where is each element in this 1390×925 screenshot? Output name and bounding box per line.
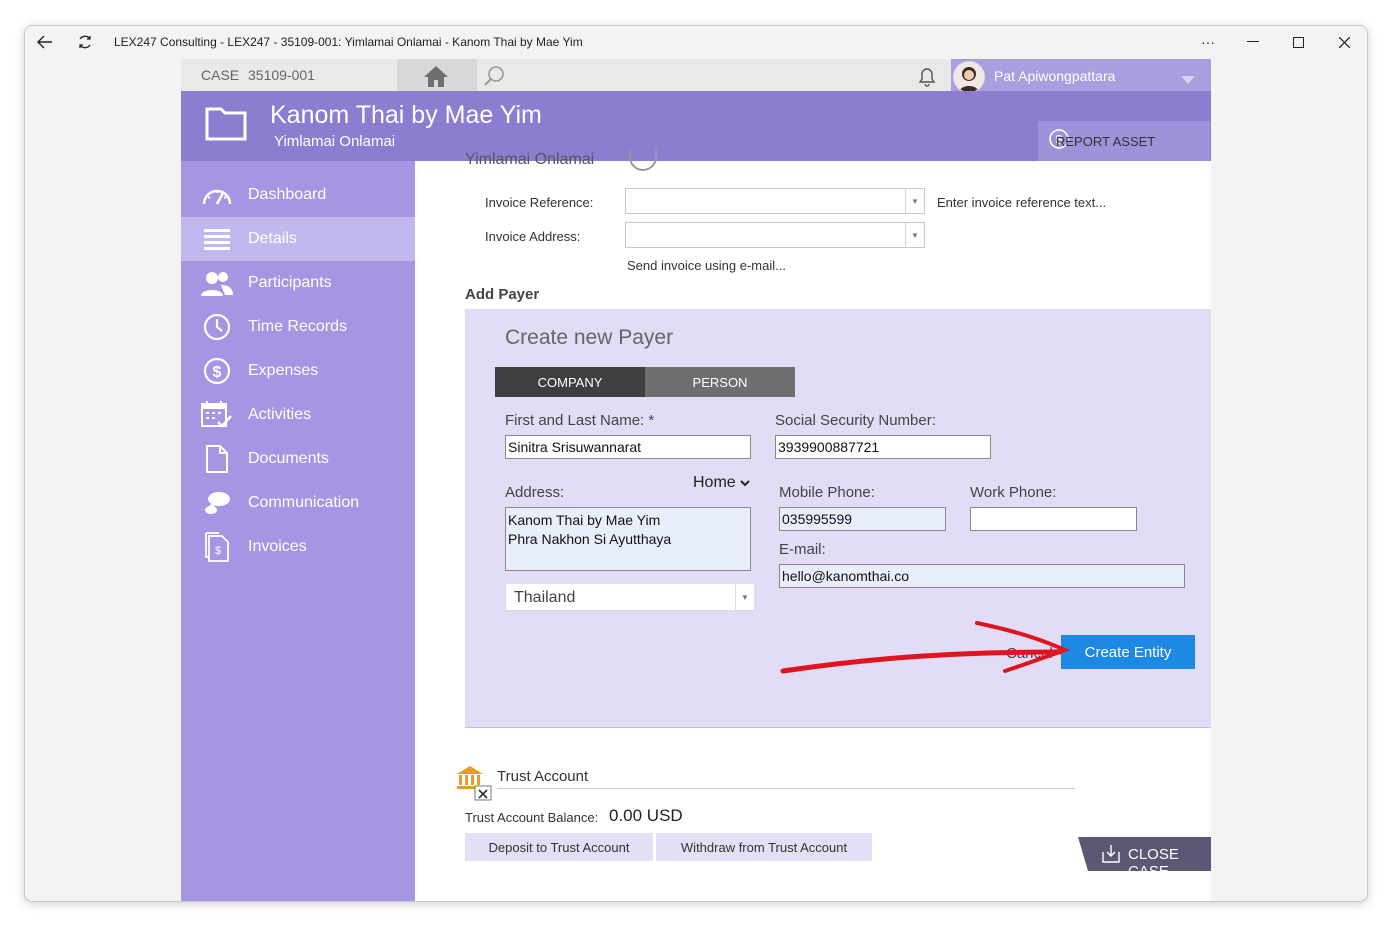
main-content: Yimlamai Onlamai Invoice Reference: ▼ En… (415, 149, 1211, 901)
invoice-address-combo[interactable]: ▼ (625, 222, 925, 248)
sidebar-item-label: Time Records (248, 318, 347, 335)
report-asset-button[interactable]: $ REPORT ASSET (1038, 121, 1210, 161)
sidebar-item-label: Activities (248, 406, 312, 423)
sidebar-item-label: Invoices (248, 538, 307, 555)
title-bar: LEX247 Consulting - LEX247 - 35109-001: … (25, 26, 1367, 58)
case-label: CASE (201, 67, 240, 83)
bell-icon[interactable] (915, 64, 939, 93)
list-icon (200, 224, 234, 254)
home-icon[interactable] (422, 64, 450, 93)
clock-icon (200, 312, 234, 342)
close-window-icon[interactable] (1329, 26, 1359, 58)
report-asset-label: REPORT ASSET (1056, 133, 1156, 149)
dollar-circle-icon: $ (200, 356, 234, 386)
send-invoice-link[interactable]: Send invoice using e-mail... (627, 258, 786, 273)
window-title: LEX247 Consulting - LEX247 - 35109-001: … (114, 35, 583, 49)
svg-text:$: $ (215, 545, 221, 557)
maximize-icon[interactable] (1283, 26, 1313, 58)
sidebar-item-label: Details (248, 230, 297, 247)
invoice-reference-label: Invoice Reference: (485, 195, 594, 210)
document-icon (200, 444, 234, 474)
dropdown-arrow-icon: ▼ (905, 189, 924, 213)
sidebar-item-label: Documents (248, 450, 329, 467)
chevron-down-icon[interactable] (1181, 71, 1195, 89)
page-subtitle: Yimlamai Onlamai (274, 133, 396, 150)
bank-icon (455, 764, 495, 807)
trust-account-title: Trust Account (497, 768, 589, 785)
sidebar-item-activities[interactable]: Activities (181, 393, 415, 437)
divider (497, 788, 1075, 789)
sidebar-item-participants[interactable]: Participants (181, 261, 415, 305)
add-payer-heading: Add Payer (465, 286, 540, 303)
more-options-icon[interactable]: ··· (1193, 26, 1223, 58)
sidebar-item-communication[interactable]: Communication (181, 481, 415, 525)
sidebar-item-label: Communication (248, 494, 360, 511)
app-window: LEX247 Consulting - LEX247 - 35109-001: … (24, 25, 1368, 902)
people-icon (200, 268, 234, 298)
top-strip: CASE 35109-001 Pat Apiwongpattara (181, 59, 1211, 93)
sidebar-item-label: Participants (248, 274, 332, 291)
sidebar-item-label: Dashboard (248, 186, 327, 203)
close-case-button[interactable]: CLOSE CASE (1078, 837, 1211, 880)
cut-off-heading: Yimlamai Onlamai (465, 151, 595, 168)
folder-icon (205, 105, 247, 146)
app-content: CASE 35109-001 Pat Apiwongpattara Kanom … (181, 59, 1211, 901)
invoice-reference-hint: Enter invoice reference text... (937, 195, 1107, 210)
avatar (953, 61, 985, 93)
trust-balance-label: Trust Account Balance: (465, 810, 599, 825)
chat-bubble-icon (200, 488, 234, 518)
invoice-address-label: Invoice Address: (485, 229, 581, 244)
minimize-icon[interactable] (1238, 26, 1268, 58)
dropdown-arrow-icon: ▼ (905, 223, 924, 247)
sidebar-item-documents[interactable]: Documents (181, 437, 415, 481)
page-title: Kanom Thai by Mae Yim (270, 101, 542, 129)
back-arrow-icon[interactable] (31, 26, 59, 58)
withdraw-button[interactable]: Withdraw from Trust Account (656, 833, 872, 861)
refresh-icon[interactable] (71, 26, 99, 58)
user-name: Pat Apiwongpattara (994, 68, 1116, 84)
invoice-icon: $ (200, 532, 234, 562)
deposit-button[interactable]: Deposit to Trust Account (465, 833, 653, 861)
close-case-label: CLOSE CASE (1128, 846, 1179, 880)
sidebar-item-details[interactable]: Details (181, 217, 415, 261)
sidebar-item-invoices[interactable]: $ Invoices (181, 525, 415, 569)
calendar-check-icon (200, 400, 234, 430)
svg-text:$: $ (213, 364, 222, 381)
gauge-icon (200, 180, 234, 210)
annotation-arrow (780, 621, 1071, 674)
download-icon (1101, 844, 1121, 869)
case-number: 35109-001 (248, 67, 315, 83)
sidebar-item-expenses[interactable]: $ Expenses (181, 349, 415, 393)
sidebar-item-dashboard[interactable]: Dashboard (181, 173, 415, 217)
sidebar: Dashboard Details Participants Time Reco… (181, 161, 415, 901)
create-payer-panel: Create new Payer COMPANY PERSON First an… (465, 309, 1211, 728)
trust-balance-value: 0.00 USD (609, 806, 683, 825)
invoice-reference-combo[interactable]: ▼ (625, 188, 925, 214)
sidebar-item-label: Expenses (248, 362, 319, 379)
case-header: Kanom Thai by Mae Yim Yimlamai Onlamai $… (181, 91, 1211, 161)
expand-circle-icon[interactable] (629, 149, 657, 171)
search-icon[interactable] (483, 64, 507, 93)
sidebar-item-time-records[interactable]: Time Records (181, 305, 415, 349)
